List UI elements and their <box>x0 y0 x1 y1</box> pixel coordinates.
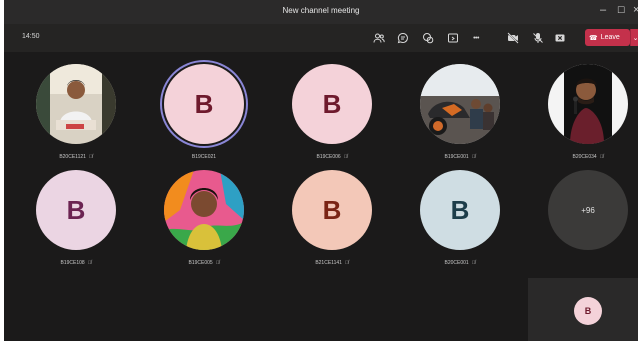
mic-muted-icon: 🎙̸ <box>215 260 220 266</box>
participant-tile[interactable]: B19CE001 🎙̸ <box>400 58 520 168</box>
participant-tile[interactable]: B20CE034 🎙̸ <box>528 58 638 168</box>
self-initials-avatar: B <box>574 297 602 325</box>
participant-gallery: B20CE1121 🎙̸ B B19CE021 B B19CE006 🎙̸ B1… <box>4 52 638 341</box>
participant-name: B19CE108 <box>60 260 85 266</box>
camera-off-icon[interactable] <box>506 31 520 45</box>
participants-icon[interactable] <box>372 31 386 45</box>
initials-avatar: B <box>420 170 500 250</box>
meeting-toolbar: 14:50 ••• ☎ Leave ⌄ <box>4 24 638 52</box>
participant-name-row: B19CE021 <box>144 154 264 160</box>
participant-tile[interactable]: B B21CE1141 🎙̸ <box>272 164 392 274</box>
mic-muted-icon: 🎙̸ <box>88 154 93 160</box>
overflow-count[interactable]: +96 <box>548 170 628 250</box>
participant-name: B20CE1121 <box>59 154 86 160</box>
participant-photo <box>420 64 500 144</box>
participant-tile[interactable]: B20CE1121 🎙̸ <box>16 58 136 168</box>
maximize-button[interactable]: ☐ <box>617 3 625 17</box>
chat-icon[interactable] <box>396 31 410 45</box>
share-tray-icon[interactable] <box>446 31 460 45</box>
initials-avatar: B <box>292 170 372 250</box>
leave-button[interactable]: ☎ Leave <box>585 29 630 46</box>
participant-name-row: B19CE001 🎙̸ <box>400 154 520 160</box>
participant-name-row: B19CE006 🎙̸ <box>272 154 392 160</box>
participant-tile[interactable]: B B20CE001 🎙̸ <box>400 164 520 274</box>
share-screen-icon[interactable] <box>553 31 567 45</box>
participant-name: B20CE001 <box>444 260 469 266</box>
participant-name-row: B20CE1121 🎙̸ <box>16 154 136 160</box>
reactions-icon[interactable] <box>421 31 435 45</box>
participant-name-row: B20CE034 🎙̸ <box>528 154 638 160</box>
participant-name-row: B21CE1141 🎙̸ <box>272 260 392 266</box>
phone-hangup-icon: ☎ <box>589 34 598 42</box>
mic-muted-icon: 🎙̸ <box>471 260 476 266</box>
participant-name: B21CE1141 <box>315 260 342 266</box>
mic-off-icon[interactable] <box>531 31 545 45</box>
participant-tile[interactable]: B B19CE006 🎙̸ <box>272 58 392 168</box>
initials-avatar: B <box>36 170 116 250</box>
close-button[interactable]: × <box>633 3 638 17</box>
mic-muted-icon: 🎙̸ <box>87 260 92 266</box>
participant-tile[interactable]: B19CE005 🎙̸ <box>144 164 264 274</box>
participant-name: B19CE001 <box>444 154 469 160</box>
initials-avatar: B <box>164 64 244 144</box>
participant-tile[interactable]: B B19CE021 <box>144 58 264 168</box>
participant-name: B19CE021 <box>191 154 217 160</box>
leave-options-chevron-icon[interactable]: ⌄ <box>630 29 638 46</box>
participant-photo <box>548 64 628 144</box>
meeting-timer: 14:50 <box>22 33 40 40</box>
participant-name-row: B19CE005 🎙̸ <box>144 260 264 266</box>
title-bar: New channel meeting – ☐ × <box>4 0 638 24</box>
mic-muted-icon: 🎙̸ <box>343 154 348 160</box>
participant-name-row: B20CE001 🎙̸ <box>400 260 520 266</box>
participant-tile[interactable]: B B19CE108 🎙̸ <box>16 164 136 274</box>
initials-avatar: B <box>292 64 372 144</box>
participant-name-row: B19CE108 🎙̸ <box>16 260 136 266</box>
mic-muted-icon: 🎙̸ <box>471 154 476 160</box>
leave-label: Leave <box>600 34 620 41</box>
participant-name: B19CE006 <box>316 154 341 160</box>
meeting-window: New channel meeting – ☐ × 14:50 ••• ☎ Le… <box>4 0 638 341</box>
participant-name: B20CE034 <box>572 154 597 160</box>
minimize-button[interactable]: – <box>600 3 606 17</box>
overflow-tile[interactable]: +96 <box>528 164 638 274</box>
participant-photo <box>36 64 116 144</box>
mic-muted-icon: 🎙̸ <box>599 154 604 160</box>
self-view-preview[interactable]: B <box>528 278 638 341</box>
mic-muted-icon: 🎙̸ <box>344 260 349 266</box>
participant-photo <box>164 170 244 250</box>
more-icon[interactable]: ••• <box>469 31 483 45</box>
window-title: New channel meeting <box>282 6 360 15</box>
participant-name: B19CE005 <box>188 260 213 266</box>
